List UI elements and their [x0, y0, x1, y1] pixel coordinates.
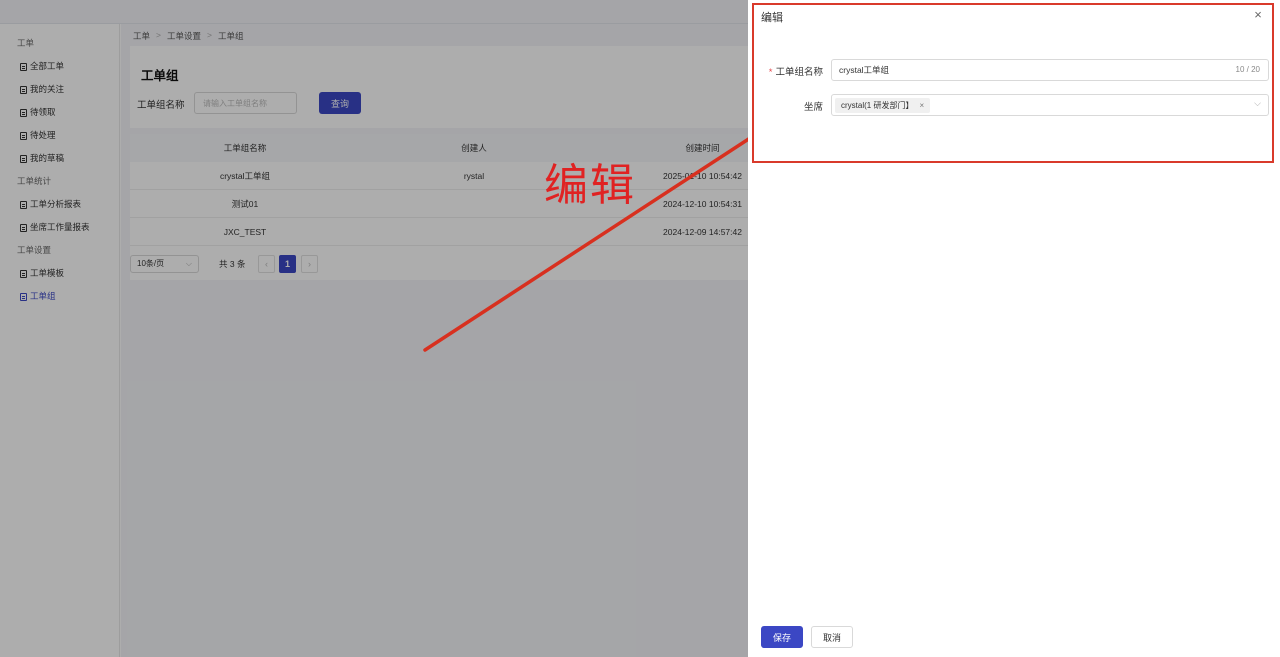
group-name-input[interactable]: crystal工单组 10 / 20 — [831, 59, 1269, 81]
agent-label: 坐席 — [803, 102, 823, 113]
agent-tag-label: crystal(1 研发部门】 — [841, 101, 914, 110]
required-mark: * — [768, 67, 773, 78]
group-name-value: crystal工单组 — [839, 65, 890, 75]
annotation-label: 编辑 — [544, 160, 636, 211]
group-name-label: * 工单组名称 — [764, 64, 823, 78]
agent-tag: crystal(1 研发部门】 × — [835, 98, 931, 113]
chevron-down-icon: ⌵ — [1254, 98, 1261, 108]
save-button[interactable]: 保存 — [761, 626, 803, 648]
group-name-label-text: 工单组名称 — [775, 67, 823, 78]
cancel-button[interactable]: 取消 — [811, 626, 853, 648]
drawer-footer: 保存 取消 — [748, 622, 1280, 657]
highlight-box — [752, 3, 1274, 163]
modal-mask[interactable] — [0, 0, 748, 657]
tag-close-icon[interactable]: × — [919, 98, 924, 113]
char-counter: 10 / 20 — [1235, 65, 1260, 74]
agent-select[interactable]: crystal(1 研发部门】 × ⌵ — [831, 94, 1269, 116]
edit-drawer: 编辑 × * 工单组名称 crystal工单组 10 / 20 坐席 crysta… — [748, 0, 1280, 657]
